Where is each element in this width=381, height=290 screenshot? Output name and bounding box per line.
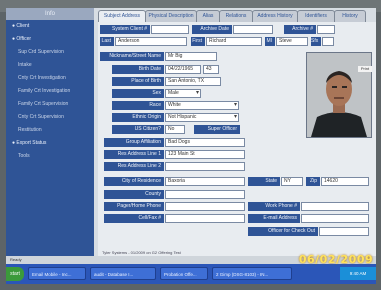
taskbar-item[interactable]: Probation Offe... [160,267,208,280]
sidebar-item-family-crt-supervision[interactable]: Family Crt Supervision [6,98,94,111]
tab-physical-description[interactable]: Physical Description [145,10,197,22]
nickname-field[interactable]: Mr Big [165,52,217,61]
ethnic-origin-select[interactable]: Not Hispanic [165,113,239,122]
sidebar-item-label: Restitution [18,127,42,133]
sidebar-item-export-status[interactable]: ● Export Status [6,137,94,150]
screen: Info ● Client ● Officer Sup Crd Supervis… [6,8,376,284]
place-of-birth-field[interactable]: San Antonio, TX [165,77,221,86]
birth-date-field[interactable]: 04/22/1965 [165,65,201,74]
suffix-field[interactable] [322,37,334,46]
race-label: Race [112,101,164,110]
sidebar-item-intake[interactable]: Intake [6,59,94,72]
sidebar-item-tools[interactable]: Tools [6,150,94,163]
taskbar-item[interactable]: 2 Gimp (DSG-8103) - IN... [212,267,292,280]
race-select[interactable]: White [165,101,239,110]
county-label: County [104,190,164,199]
ethnic-origin-label: Ethnic Origin [112,113,164,122]
first-name-label: First [191,37,205,46]
birth-date-label: Birth Date [112,65,164,74]
place-of-birth-label: Place of Birth [112,77,164,86]
taskbar-item[interactable]: Email Mobile - Inc... [28,267,86,280]
middle-initial-field[interactable]: Steve [276,37,308,46]
last-name-label: Last [100,37,114,46]
tab-alias[interactable]: Alias [196,10,220,22]
sidebar-item-officer[interactable]: ● Officer [6,33,94,46]
cell-fax-label: Cell/Fax # [104,214,164,223]
pager-home-phone-label: Pager/Home Phone [104,202,164,211]
sidebar-item-cnty-crt-supervision[interactable]: Cnty Crt Supervision [6,111,94,124]
city-of-residence-field[interactable]: Baxoria [165,177,245,186]
email-address-field[interactable] [301,214,369,223]
pager-home-phone-field[interactable] [165,202,245,211]
suffix-label: Sfx [311,37,321,46]
sidebar-item-label: Export Status [16,140,47,146]
taskbar-clock: 9:40 AM [340,267,376,280]
photo-date-stamp: 06/02/2009 [298,253,374,266]
res-address-line2-label: Res Address Line 2 [104,162,164,171]
age-field[interactable]: 43 [203,65,219,74]
sidebar-item-label: Sup Crd Supervision [18,49,64,55]
county-field[interactable] [165,190,245,199]
sidebar-item-cnty-crt-investigation[interactable]: Cnty Crt Investigation [6,72,94,85]
archive-date-label: Archive Date [192,25,232,34]
first-name-field[interactable]: Richard [206,37,262,46]
sidebar-item-sup-crd-supervision[interactable]: Sup Crd Supervision [6,46,94,59]
client-photo [306,52,372,138]
res-address-line2-field[interactable] [165,162,245,171]
sidebar-item-restitution[interactable]: Restitution [6,124,94,137]
tab-relations[interactable]: Relations [219,10,253,22]
sidebar-item-label: Client [16,23,30,29]
archive-number-field[interactable] [317,25,335,34]
sidebar-item-label: Cnty Crt Supervision [18,114,64,120]
email-address-label: E-mail Address [248,214,300,223]
super-officer-label: Super Officer [194,125,240,134]
archive-number-label: Archive # [284,25,316,34]
tab-identifiers[interactable]: Identifiers [297,10,335,22]
navigation-sidebar: Info ● Client ● Officer Sup Crd Supervis… [6,8,94,264]
us-citizen-field[interactable]: No [165,125,185,134]
sex-label: Sex [112,89,164,98]
us-citizen-label: US Citizen? [112,125,164,134]
sidebar-item-label: Family Crt Investigation [18,88,71,94]
form-tabs: Subject Address Physical Description Ali… [98,10,376,22]
system-client-field[interactable] [151,25,189,34]
zip-label: Zip [306,177,320,186]
nickname-label: Nickname/Street Name [100,52,164,61]
archive-date-field[interactable] [233,25,273,34]
sidebar-item-label: Family Crt Supervision [18,101,69,107]
tab-subject-address[interactable]: Subject Address [98,10,146,22]
officer-check-out-label: Officer for Check Out [248,227,318,236]
client-form: System Client # Archive Date Archive # L… [98,22,376,258]
photo-print-button[interactable]: Print [358,66,372,72]
work-phone-label: Work Phone # [248,202,300,211]
group-affiliation-label: Group Affiliation [104,138,164,147]
group-affiliation-field[interactable]: Bad Dogs [165,138,245,147]
officer-check-out-field[interactable] [319,227,369,236]
middle-initial-label: MI [265,37,275,46]
city-of-residence-label: City of Residence [104,177,164,186]
sidebar-item-label: Officer [16,36,32,42]
sidebar-header: Info [6,8,94,20]
cell-fax-field[interactable] [165,214,245,223]
sidebar-item-label: Intake [18,62,32,68]
sidebar-item-client[interactable]: ● Client [6,20,94,33]
state-field[interactable]: NY [281,177,303,186]
taskbar-item[interactable]: audit - Database I... [90,267,156,280]
start-button[interactable]: start [6,267,24,281]
state-label: State [248,177,280,186]
zip-field[interactable]: 14620 [321,177,369,186]
system-client-label: System Client # [100,25,150,34]
tab-history[interactable]: History [334,10,366,22]
sidebar-item-label: Tools [18,153,30,159]
work-phone-field[interactable] [301,202,369,211]
last-name-field[interactable]: Anderson [115,37,187,46]
tab-address-history[interactable]: Address History [252,10,298,22]
sidebar-item-family-crt-investigation[interactable]: Family Crt Investigation [6,85,94,98]
sidebar-item-label: Cnty Crt Investigation [18,75,66,81]
sex-select[interactable]: Male [165,89,201,98]
res-address-line1-field[interactable]: 123 Main St [165,150,245,159]
res-address-line1-label: Res Address Line 1 [104,150,164,159]
